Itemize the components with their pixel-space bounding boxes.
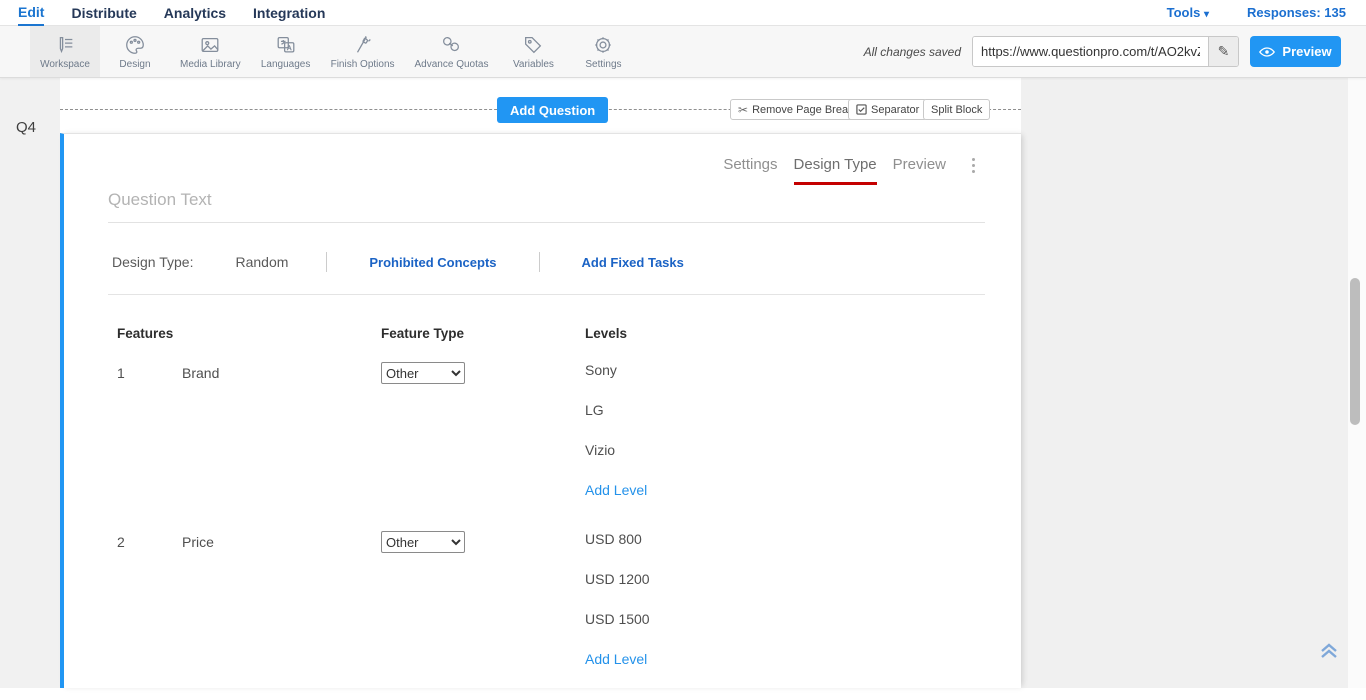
design-type-row: Design Type: Random Prohibited Concepts …	[112, 252, 684, 272]
feature-row: 2 Price Other USD 800 USD 1200 USD 1500 …	[64, 531, 985, 687]
preview-button[interactable]: Preview	[1250, 36, 1341, 67]
scroll-to-top-button[interactable]	[1314, 636, 1344, 666]
separator-button[interactable]: Separator	[848, 99, 927, 120]
remove-page-break-label: Remove Page Break	[752, 104, 854, 116]
toolbar-item-variables[interactable]: Variables	[498, 26, 568, 77]
all-changes-saved-status: All changes saved	[864, 45, 961, 59]
features-table: Features Feature Type Levels 1 Brand Oth…	[64, 326, 985, 700]
level-item: Sony	[585, 362, 985, 402]
level-item: USD 800	[585, 531, 985, 571]
chevron-up-double-icon	[1319, 642, 1339, 660]
survey-url-box: ✎	[972, 36, 1239, 67]
toolbar-item-label: Languages	[261, 59, 311, 70]
add-level-link[interactable]: Add Level	[585, 482, 985, 518]
remove-page-break-button[interactable]: ✂ Remove Page Break	[730, 99, 862, 120]
toolbar-item-label: Design	[119, 59, 150, 70]
design-type-label: Design Type:	[112, 254, 193, 270]
toolbar-item-label: Variables	[513, 59, 554, 70]
question-tabs: Settings Design Type Preview	[723, 156, 979, 185]
split-block-button[interactable]: Split Block	[923, 99, 990, 120]
prohibited-concepts-link[interactable]: Prohibited Concepts	[369, 255, 496, 270]
design-type-value: Random	[235, 254, 288, 270]
feature-type-column-header: Feature Type	[381, 326, 585, 341]
right-side-panel	[1021, 78, 1348, 688]
nav-tab-analytics[interactable]: Analytics	[164, 0, 226, 26]
edit-url-button[interactable]: ✎	[1208, 37, 1238, 66]
design-icon	[124, 34, 146, 56]
level-item: USD 1500	[585, 611, 985, 651]
nav-tab-integration[interactable]: Integration	[253, 0, 325, 26]
media-library-icon	[199, 34, 221, 56]
finish-options-icon	[352, 34, 374, 56]
add-question-button[interactable]: Add Question	[497, 97, 608, 123]
tools-menu[interactable]: Tools ▾	[1167, 5, 1209, 20]
separator-label: Separator	[871, 104, 919, 116]
chevron-down-icon: ▾	[1204, 9, 1209, 20]
question-card: Settings Design Type Preview Design Type…	[60, 133, 1021, 688]
nav-tab-edit[interactable]: Edit	[18, 0, 44, 26]
question-text-input[interactable]	[108, 186, 985, 223]
tab-settings[interactable]: Settings	[723, 156, 777, 182]
tab-design-type[interactable]: Design Type	[794, 156, 877, 185]
feature-index: 2	[117, 531, 182, 687]
divider	[326, 252, 327, 272]
workspace-icon	[54, 34, 76, 56]
feature-index: 1	[117, 362, 182, 518]
level-item: LG	[585, 402, 985, 442]
add-fixed-tasks-link[interactable]: Add Fixed Tasks	[582, 255, 684, 270]
responses-count[interactable]: Responses: 135	[1247, 5, 1346, 20]
advance-quotas-icon	[440, 34, 462, 56]
toolbar-item-design[interactable]: Design	[100, 26, 170, 77]
toolbar-item-label: Finish Options	[331, 59, 395, 70]
toolbar-item-label: Advance Quotas	[415, 59, 489, 70]
levels-cell: USD 800 USD 1200 USD 1500 Add Level	[585, 531, 985, 687]
svg-text:A: A	[287, 45, 292, 52]
checkbox-checked-icon	[856, 104, 867, 115]
feature-type-select[interactable]: Other	[381, 531, 465, 553]
scissors-icon: ✂	[738, 103, 748, 117]
levels-column-header: Levels	[585, 326, 985, 341]
scrollbar-thumb[interactable]	[1350, 278, 1360, 425]
tab-preview[interactable]: Preview	[893, 156, 946, 182]
vertical-scrollbar[interactable]	[1348, 78, 1366, 688]
preview-label: Preview	[1282, 44, 1331, 59]
divider	[539, 252, 540, 272]
toolbar-item-finish-options[interactable]: Finish Options	[321, 26, 405, 77]
nav-tab-distribute[interactable]: Distribute	[71, 0, 136, 26]
toolbar-item-workspace[interactable]: Workspace	[30, 26, 100, 77]
toolbar-item-label: Workspace	[40, 59, 90, 70]
feature-type-select[interactable]: Other	[381, 362, 465, 384]
question-menu-kebab-icon[interactable]	[968, 154, 979, 177]
feature-name: Price	[182, 531, 381, 687]
eye-icon	[1259, 46, 1275, 58]
page-break-row: Add Question ✂ Remove Page Break Separat…	[60, 78, 1021, 133]
toolbar-item-label: Settings	[585, 59, 621, 70]
levels-cell: Sony LG Vizio Add Level	[585, 362, 985, 518]
question-number-gutter	[0, 78, 60, 688]
survey-url-input[interactable]	[973, 37, 1208, 66]
feature-row: 1 Brand Other Sony LG Vizio Add Level	[64, 362, 985, 518]
toolbar-item-media-library[interactable]: Media Library	[170, 26, 251, 77]
feature-name: Brand	[182, 362, 381, 518]
top-navigation: Edit Distribute Analytics Integration To…	[0, 0, 1366, 26]
level-item: USD 1200	[585, 571, 985, 611]
toolbar-item-label: Media Library	[180, 59, 241, 70]
question-number: Q4	[16, 119, 36, 136]
level-item: Vizio	[585, 442, 985, 482]
languages-icon: A	[275, 34, 297, 56]
toolbar-item-settings[interactable]: Settings	[568, 26, 638, 77]
variables-icon	[522, 34, 544, 56]
split-block-label: Split Block	[931, 104, 982, 116]
toolbar-item-languages[interactable]: A Languages	[251, 26, 321, 77]
survey-toolbar: Workspace Design Media Library A Languag…	[0, 26, 1366, 78]
features-table-header: Features Feature Type Levels	[64, 326, 985, 341]
toolbar-item-advance-quotas[interactable]: Advance Quotas	[405, 26, 499, 77]
settings-icon	[592, 34, 614, 56]
features-column-header: Features	[117, 326, 381, 341]
add-level-link[interactable]: Add Level	[585, 651, 985, 687]
section-divider	[108, 294, 985, 295]
pencil-icon: ✎	[1218, 43, 1230, 60]
tools-label: Tools	[1167, 5, 1201, 20]
